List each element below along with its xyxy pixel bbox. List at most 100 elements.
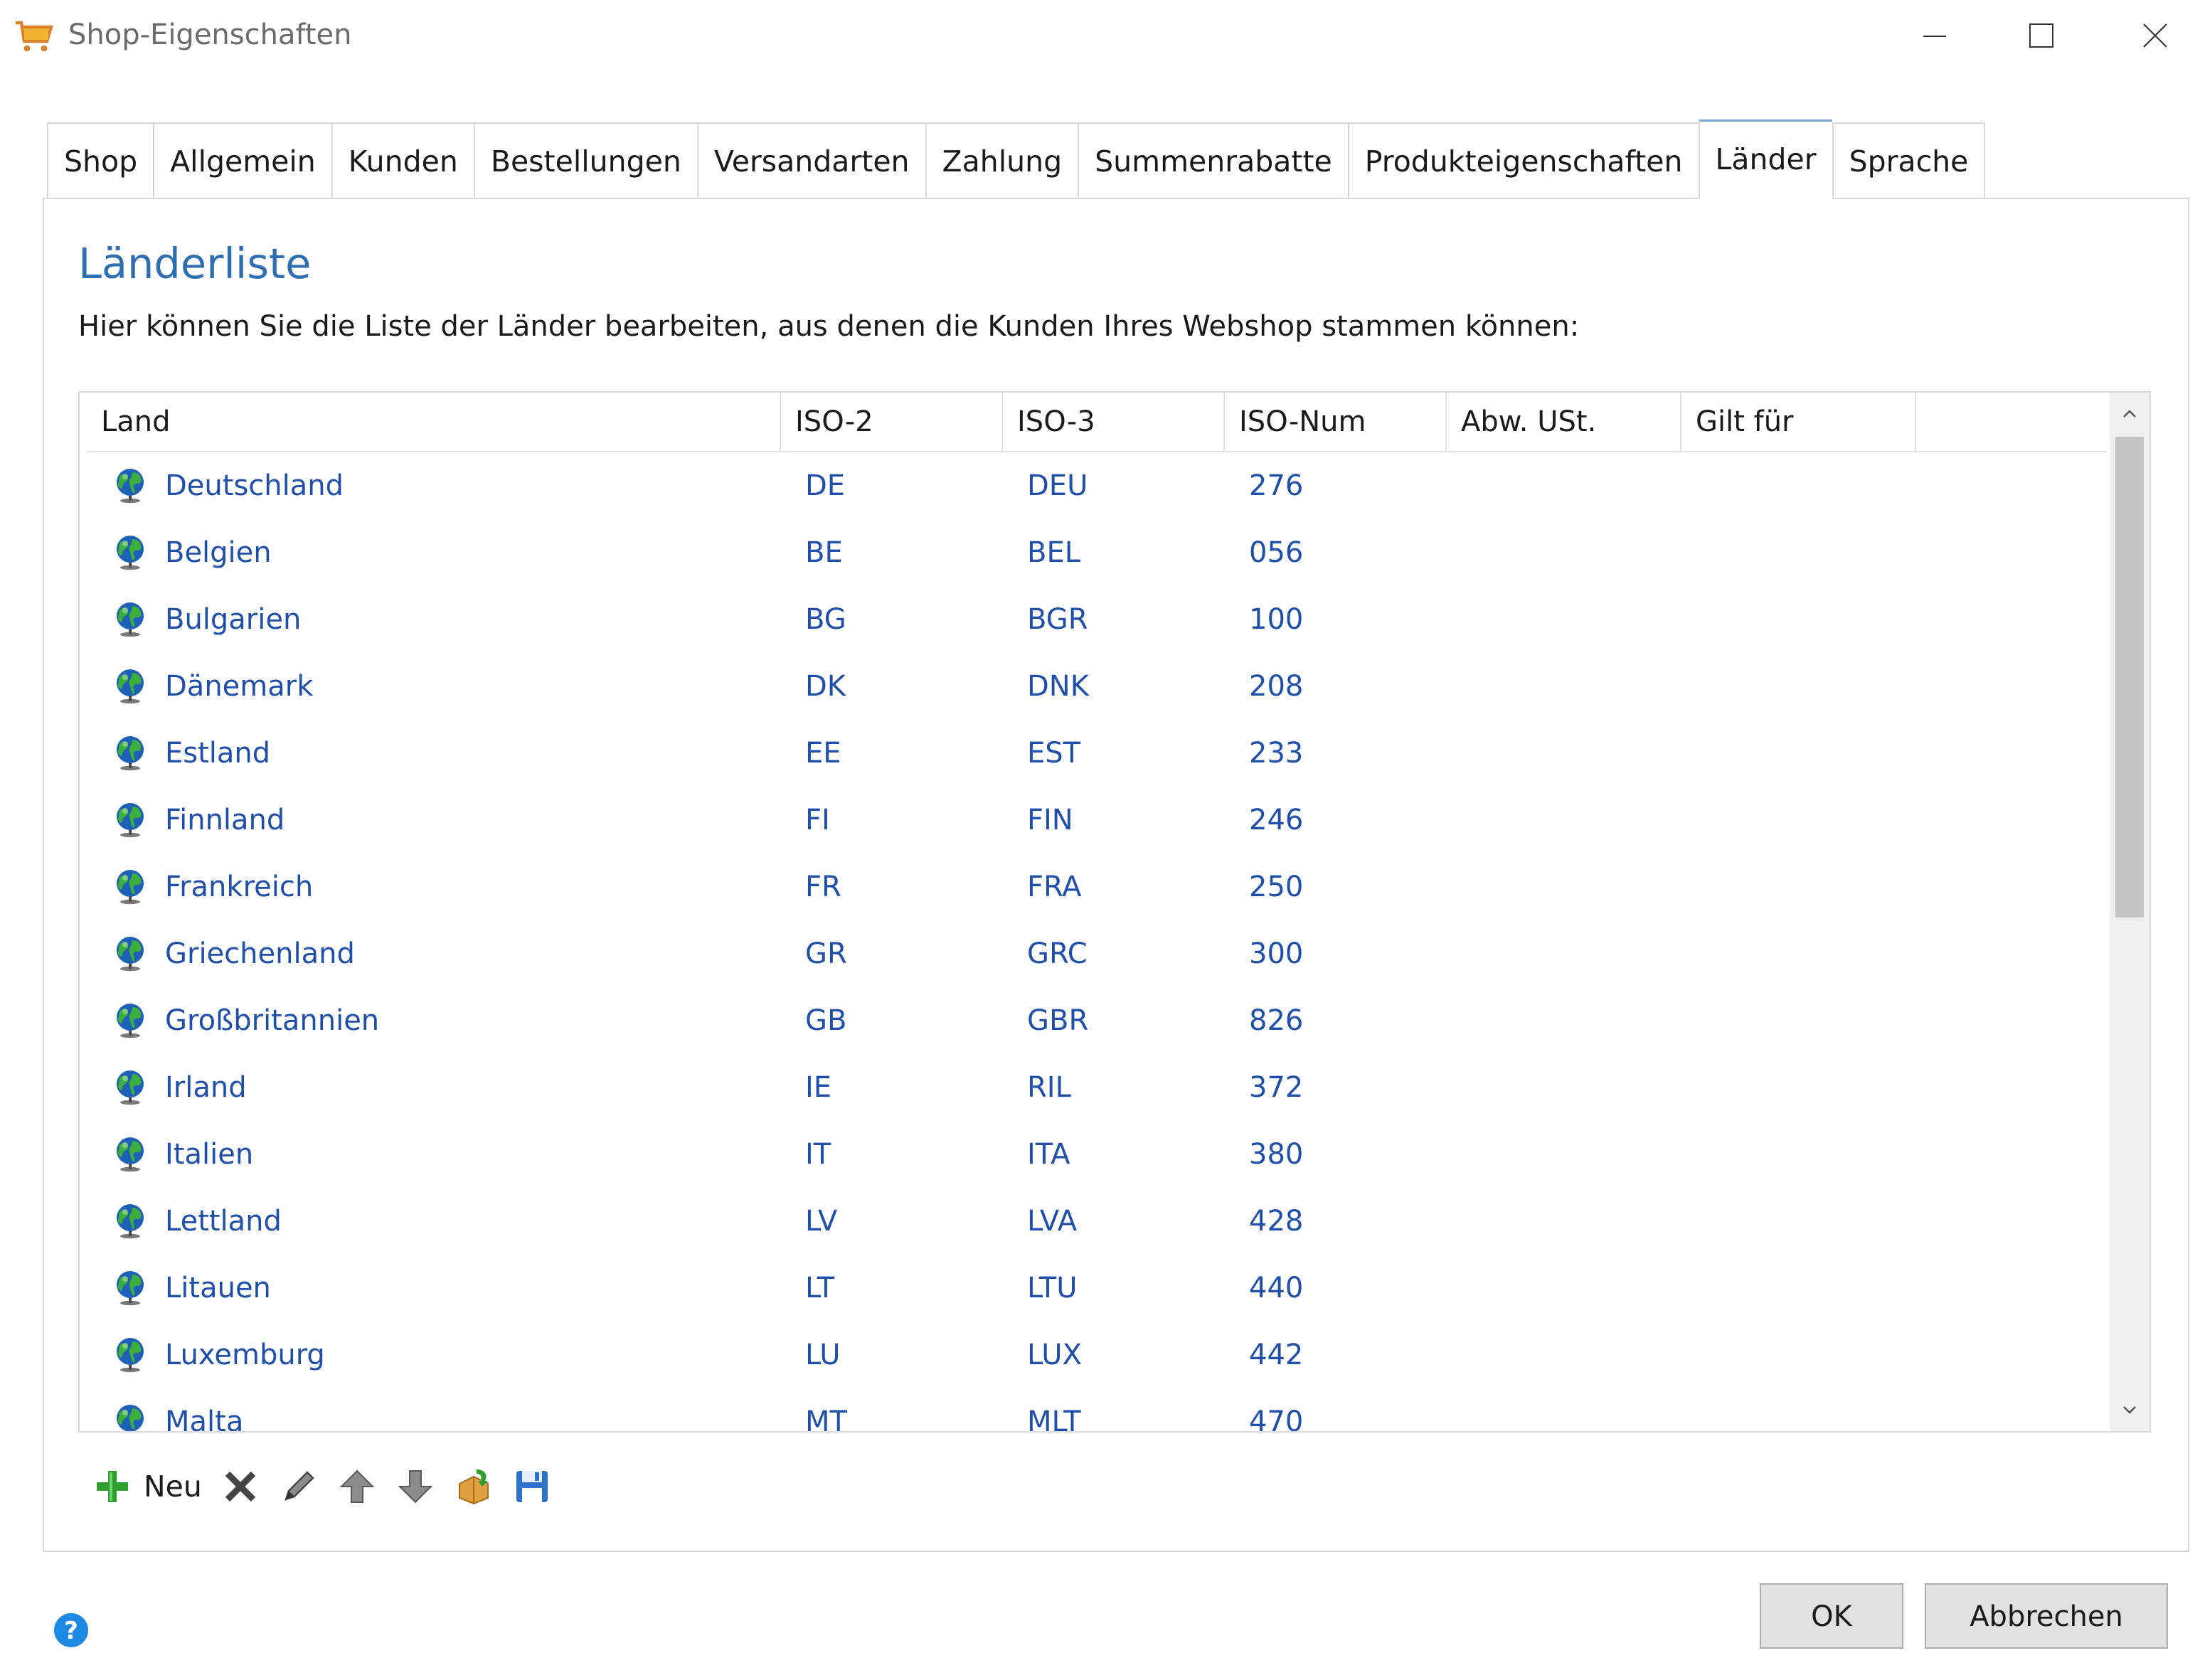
tab-allgemein[interactable]: Allgemein	[153, 122, 331, 199]
globe-icon	[117, 937, 144, 972]
table-row[interactable]: Griechenland GR GRC 300	[87, 920, 2107, 987]
table-row[interactable]: Großbritannien GB GBR 826	[87, 987, 2107, 1054]
cell-iso3: GBR	[1027, 1004, 1089, 1037]
cell-iso3: EST	[1027, 737, 1081, 770]
cell-iso2: LU	[805, 1339, 841, 1371]
cell-iso2: IT	[805, 1138, 831, 1171]
table-row[interactable]: Litauen LT LTU 440	[87, 1255, 2107, 1322]
table-row[interactable]: Dänemark DK DNK 208	[87, 653, 2107, 720]
country-name: Litauen	[165, 1272, 271, 1304]
minimize-icon[interactable]	[1906, 13, 1963, 58]
section-title: Länderliste	[78, 239, 312, 288]
table-row[interactable]: Malta MT MLT 470	[87, 1388, 2107, 1432]
cell-iso3: FRA	[1027, 871, 1082, 903]
table-row[interactable]: Estland EE EST 233	[87, 720, 2107, 787]
cell-iso3: DNK	[1027, 670, 1089, 703]
move-down-button[interactable]	[395, 1458, 435, 1515]
vertical-scrollbar[interactable]	[2110, 393, 2149, 1431]
cancel-button[interactable]: Abbrechen	[1925, 1583, 2168, 1649]
cell-iso3: LTU	[1027, 1272, 1078, 1304]
tab-kunden[interactable]: Kunden	[331, 122, 474, 199]
tab-bestellungen[interactable]: Bestellungen	[473, 122, 697, 199]
help-icon[interactable]: ?	[53, 1612, 90, 1649]
column-header-land[interactable]: Land	[87, 393, 781, 451]
shopping-cart-icon	[16, 21, 53, 52]
table-row[interactable]: Deutschland DE DEU 276	[87, 452, 2107, 519]
maximize-icon[interactable]	[2013, 13, 2070, 58]
cell-iso3: RIL	[1027, 1071, 1071, 1104]
chevron-up-icon[interactable]	[2110, 393, 2149, 435]
tab-produkteigenschaften[interactable]: Produkteigenschaften	[1347, 122, 1699, 199]
cell-isonum: 372	[1249, 1071, 1304, 1104]
close-icon[interactable]	[2127, 13, 2184, 58]
cell-iso3: LUX	[1027, 1339, 1082, 1371]
import-button[interactable]	[454, 1458, 494, 1515]
new-button[interactable]: Neu	[92, 1458, 202, 1515]
country-name: Griechenland	[165, 937, 355, 970]
cell-iso3: BEL	[1027, 536, 1080, 569]
country-name: Irland	[165, 1071, 247, 1104]
cell-land: Litauen	[87, 1270, 781, 1306]
tab-laender[interactable]: Länder	[1698, 119, 1832, 199]
cell-land: Belgien	[87, 535, 781, 570]
cell-land: Dänemark	[87, 669, 781, 704]
column-header-isonum[interactable]: ISO-Num	[1225, 393, 1447, 451]
cell-iso2: FI	[805, 804, 830, 836]
cell-isonum: 276	[1249, 469, 1304, 502]
tab-sprache[interactable]: Sprache	[1832, 122, 1986, 199]
globe-icon	[117, 1137, 144, 1172]
table-row[interactable]: Italien IT ITA 380	[87, 1121, 2107, 1188]
column-header-iso2[interactable]: ISO-2	[781, 393, 1003, 451]
tab-versandarten[interactable]: Versandarten	[696, 122, 925, 199]
cell-isonum: 428	[1249, 1205, 1304, 1238]
country-name: Luxemburg	[165, 1339, 325, 1371]
country-name: Finnland	[165, 804, 285, 836]
column-header-abw-ust[interactable]: Abw. USt.	[1447, 393, 1681, 451]
save-button[interactable]	[512, 1458, 552, 1515]
cell-isonum: 208	[1249, 670, 1304, 703]
cell-iso2: DE	[805, 469, 846, 502]
scrollbar-thumb[interactable]	[2115, 437, 2144, 918]
country-name: Lettland	[165, 1205, 282, 1238]
edit-button[interactable]	[279, 1458, 319, 1515]
country-name: Deutschland	[165, 469, 344, 502]
country-list[interactable]: Land ISO-2 ISO-3 ISO-Num Abw. USt. Gilt …	[78, 391, 2151, 1432]
move-up-button[interactable]	[337, 1458, 377, 1515]
table-row[interactable]: Frankreich FR FRA 250	[87, 854, 2107, 920]
column-header-iso3[interactable]: ISO-3	[1003, 393, 1225, 451]
table-row[interactable]: Belgien BE BEL 056	[87, 519, 2107, 586]
table-row[interactable]: Finnland FI FIN 246	[87, 787, 2107, 854]
save-icon	[516, 1471, 548, 1502]
column-header-gilt-fuer[interactable]: Gilt für	[1681, 393, 1916, 451]
table-row[interactable]: Irland IE RIL 372	[87, 1054, 2107, 1121]
delete-button[interactable]	[220, 1458, 260, 1515]
country-name: Frankreich	[165, 871, 314, 903]
cell-iso2: LT	[805, 1272, 835, 1304]
table-row[interactable]: Lettland LV LVA 428	[87, 1188, 2107, 1255]
globe-icon	[117, 1204, 144, 1239]
cell-iso2: BG	[805, 603, 846, 636]
globe-icon	[117, 1405, 144, 1431]
cell-isonum: 246	[1249, 804, 1304, 836]
arrow-up-icon	[339, 1469, 375, 1503]
table-row[interactable]: Luxemburg LU LUX 442	[87, 1322, 2107, 1388]
table-row[interactable]: Bulgarien BG BGR 100	[87, 586, 2107, 653]
cell-land: Frankreich	[87, 869, 781, 905]
country-name: Großbritannien	[165, 1004, 380, 1037]
globe-icon	[117, 469, 144, 504]
cell-isonum: 300	[1249, 937, 1304, 970]
tab-shop[interactable]: Shop	[47, 122, 154, 199]
ok-button[interactable]: OK	[1760, 1583, 1903, 1649]
globe-icon	[117, 736, 144, 771]
cell-iso2: IE	[805, 1071, 832, 1104]
cell-iso3: BGR	[1027, 603, 1088, 636]
chevron-down-icon[interactable]	[2110, 1388, 2149, 1431]
tab-zahlung[interactable]: Zahlung	[925, 122, 1078, 199]
globe-icon	[117, 803, 144, 838]
globe-icon	[117, 1271, 144, 1306]
cell-isonum: 056	[1249, 536, 1304, 569]
cell-iso2: BE	[805, 536, 843, 569]
tab-summenrabatte[interactable]: Summenrabatte	[1078, 122, 1348, 199]
cell-iso2: MT	[805, 1405, 847, 1432]
cell-iso3: MLT	[1027, 1405, 1081, 1432]
